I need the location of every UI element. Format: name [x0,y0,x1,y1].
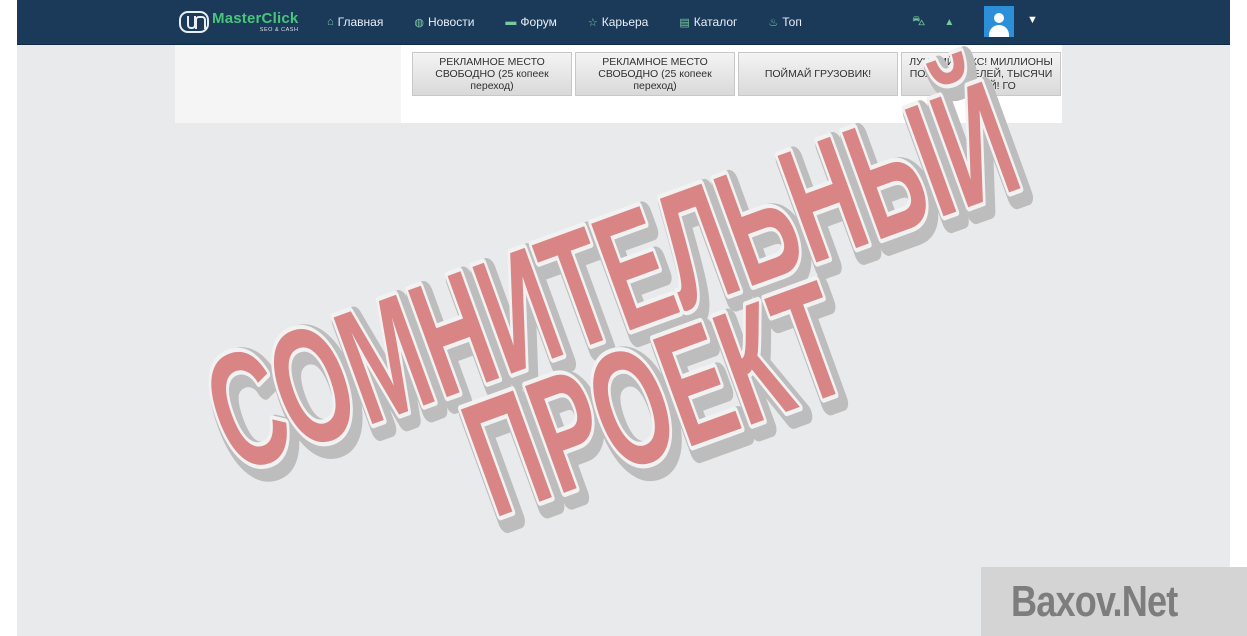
nav-career[interactable]: ☆ Карьера [588,15,649,29]
logo-mark-icon [179,11,209,33]
globe-icon: ◍ [414,16,424,29]
user-icon [994,13,1004,23]
nav-catalog-label: Каталог [693,15,738,29]
ad-panel: РЕКЛАМНОЕ МЕСТО СВОБОДНО (25 копеек пере… [175,45,1062,123]
nav-home[interactable]: ⌂ Главная [327,15,383,29]
nav-career-label: Карьера [601,15,649,29]
top-navbar: MasterClick SEO & CASH ⌂ Главная ◍ Новос… [17,0,1230,45]
fire-icon: ♨ [768,16,779,29]
ad-panel-left [175,45,401,123]
watermark-text: Baxov.Net [1011,577,1178,626]
star-icon: ☆ [587,16,598,29]
list-icon: ▤ [679,16,690,29]
page-viewport: MasterClick SEO & CASH ⌂ Главная ◍ Новос… [17,0,1230,636]
nav-news-label: Новости [427,15,475,29]
nav-news[interactable]: ◍ Новости [414,15,474,29]
avatar[interactable] [984,6,1014,37]
logo-name: MasterClick [212,9,299,27]
main-nav: ⌂ Главная ◍ Новости ▬ Форум ☆ Карьера ▤ … [327,0,802,44]
home-icon: ⌂ [327,16,334,28]
basket-icon[interactable]: ⛍ [912,13,925,31]
bell-icon[interactable]: ▲ [944,17,954,28]
chevron-down-icon[interactable]: ▼ [1027,14,1038,26]
nav-forum[interactable]: ▬ Форум [505,15,556,29]
logo[interactable]: MasterClick SEO & CASH [179,8,298,36]
ad-banner-3[interactable]: ПОЙМАЙ ГРУЗОВИК! [738,52,898,96]
nav-top-label: Топ [782,15,802,29]
nav-top[interactable]: ♨ Топ [768,15,801,29]
watermark: Baxov.Net [981,567,1247,636]
ad-banner-2[interactable]: РЕКЛАМНОЕ МЕСТО СВОБОДНО (25 копеек пере… [575,52,735,96]
logo-tagline: SEO & CASH [259,26,299,33]
ad-banner-4[interactable]: ЛУЧШИЙ БУКС! МИЛЛИОНЫ ПОЛЬЗОВАТЕЛЕЙ, ТЫС… [901,52,1061,96]
ad-banner-1[interactable]: РЕКЛАМНОЕ МЕСТО СВОБОДНО (25 копеек пере… [412,52,572,96]
nav-right: ⛍ ▲ [912,0,954,44]
nav-home-label: Главная [337,15,384,29]
nav-forum-label: Форум [520,15,557,29]
nav-catalog[interactable]: ▤ Каталог [679,15,737,29]
chat-icon: ▬ [505,16,517,28]
